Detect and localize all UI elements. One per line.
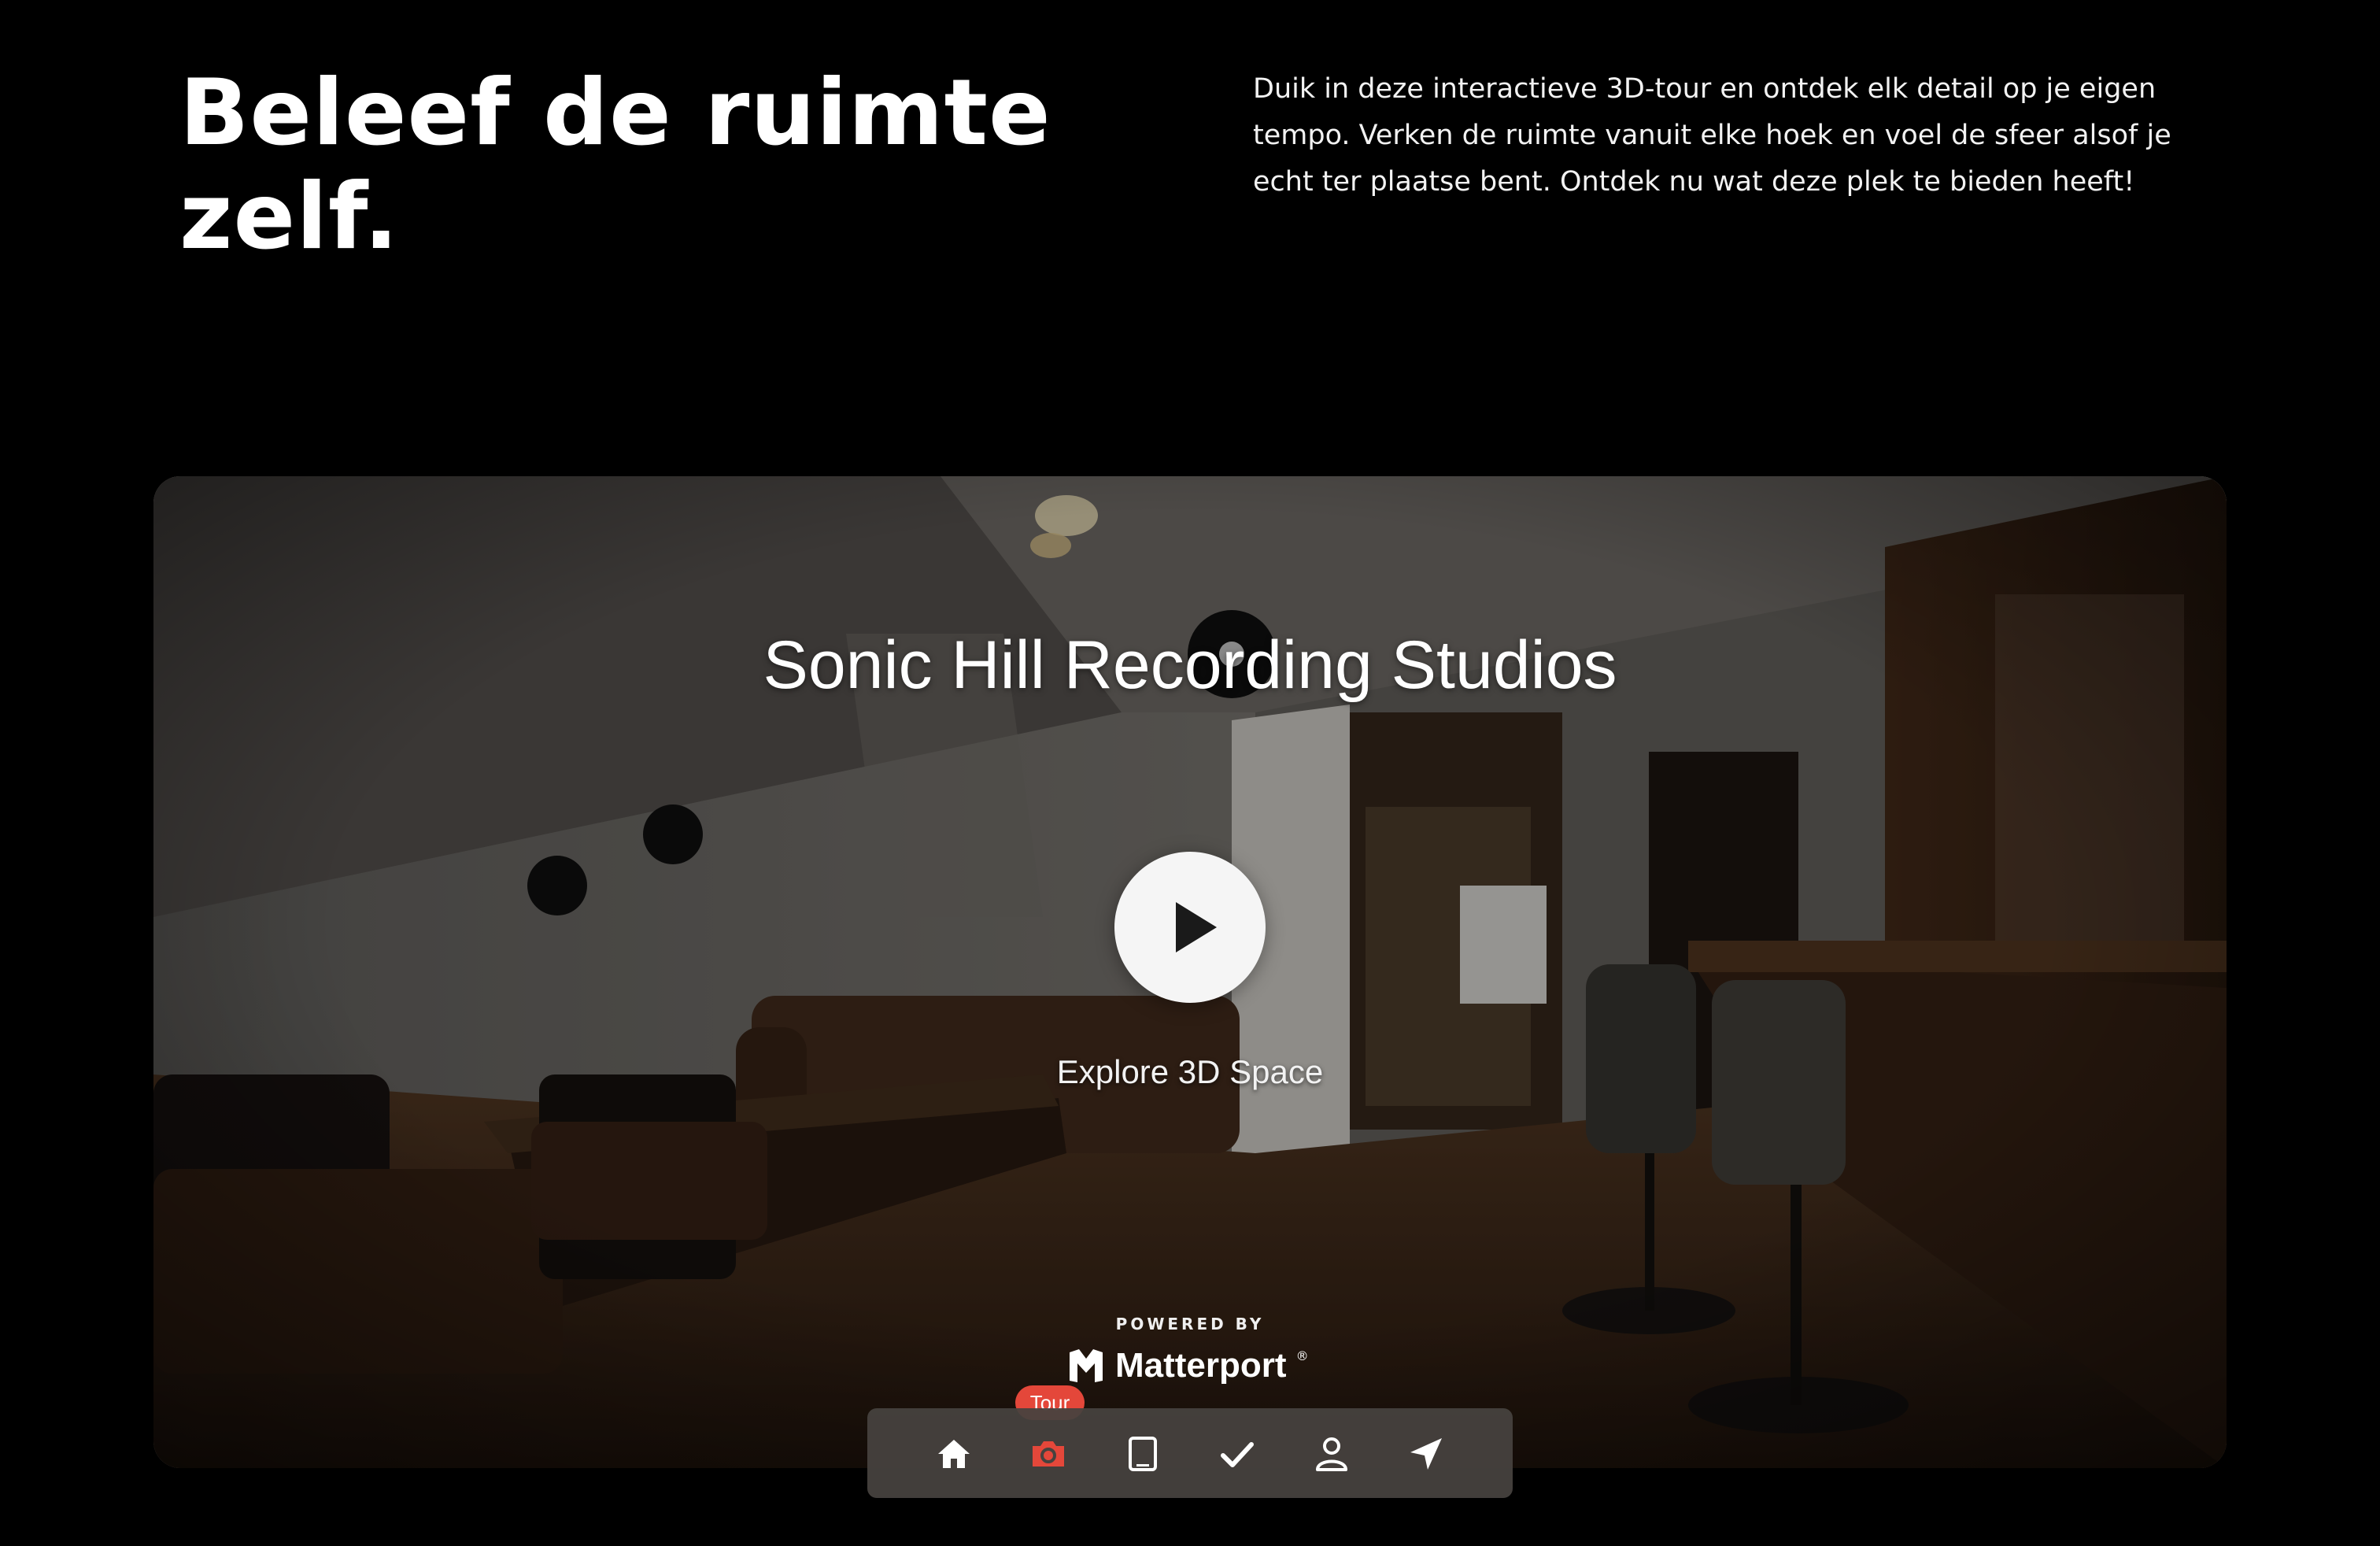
registered-mark: ® <box>1295 1348 1309 1363</box>
checklist-button[interactable] <box>1215 1432 1259 1476</box>
home-button[interactable] <box>932 1432 976 1476</box>
matterport-logo[interactable]: Matterport ® <box>1066 1344 1309 1388</box>
person-icon <box>1316 1437 1347 1471</box>
checkmark-icon <box>1221 1442 1254 1467</box>
camera-icon <box>1033 1441 1064 1466</box>
powered-by-label: POWERED BY <box>1115 1315 1265 1333</box>
tour-button[interactable] <box>1026 1432 1070 1476</box>
floorplan-button[interactable] <box>1121 1432 1165 1476</box>
play-icon <box>1176 902 1217 952</box>
home-icon <box>938 1440 970 1468</box>
matterport-mark-icon <box>1070 1349 1103 1382</box>
navigate-button[interactable] <box>1404 1432 1448 1476</box>
navigation-arrow-icon <box>1410 1438 1442 1470</box>
tablet-icon <box>1129 1437 1157 1471</box>
tour-title: Sonic Hill Recording Studios <box>763 627 1617 703</box>
viewer-toolbar <box>867 1408 1513 1498</box>
matterport-wordmark: Matterport <box>1115 1346 1287 1385</box>
profile-button[interactable] <box>1310 1432 1354 1476</box>
play-button[interactable] <box>1114 852 1266 1003</box>
explore-3d-space-link[interactable]: Explore 3D Space <box>153 1052 2227 1092</box>
intro-paragraph: Duik in deze interactieve 3D-tour en ont… <box>1253 73 2171 198</box>
matterport-viewer[interactable]: Sonic Hill Recording Studios Explore 3D … <box>153 476 2227 1468</box>
page-headline: Beleef de ruimte zelf. <box>179 60 1051 270</box>
